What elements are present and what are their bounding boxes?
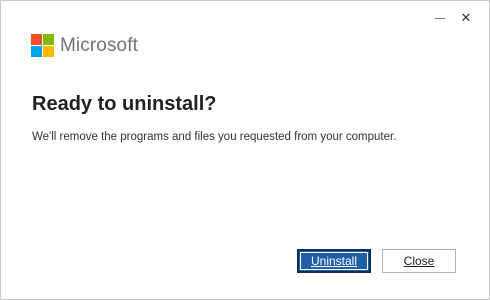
dialog-description: We'll remove the programs and files you … [32,131,397,143]
brand-header: Microsoft [31,34,138,57]
uninstall-button[interactable]: Uninstall [297,249,371,273]
minimize-icon: — [435,12,445,24]
microsoft-logo-icon [31,34,54,57]
brand-name: Microsoft [60,34,138,56]
dialog-title: Ready to uninstall? [32,93,217,115]
close-button[interactable]: Close [382,249,456,273]
minimize-button[interactable]: — [427,7,453,29]
close-icon: ✕ [460,10,472,25]
title-bar-controls: — ✕ [427,7,479,29]
close-window-button[interactable]: ✕ [453,7,479,29]
uninstall-dialog: — ✕ Microsoft Ready to uninstall? We'll … [0,0,490,300]
